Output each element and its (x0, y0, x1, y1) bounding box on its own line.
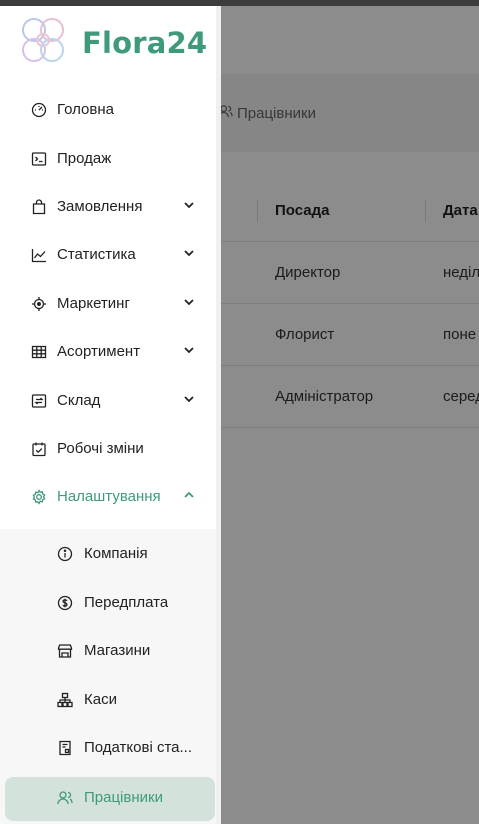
submenu-item-label: Податкові ста... (84, 739, 193, 756)
nav-item-label: Асортимент (57, 342, 141, 360)
gauge-icon (30, 101, 47, 118)
flower-logo-icon (14, 13, 72, 74)
nav-item-label: Статистика (57, 245, 136, 263)
submenu-item-stores[interactable]: Магазини (0, 630, 216, 674)
store-icon (57, 643, 74, 660)
submenu-item-subscription[interactable]: Передплата (0, 582, 216, 626)
submenu-item-company[interactable]: Компанія (0, 533, 216, 577)
users-icon (57, 790, 74, 807)
bag-icon (30, 198, 47, 215)
target-icon (30, 295, 47, 312)
gear-icon (30, 488, 47, 505)
submenu-item-label: Передплата (84, 594, 169, 611)
nav-item-label: Продаж (57, 149, 112, 167)
settings-submenu: Компанія Передплата Магазини Каси Податк… (0, 529, 216, 824)
submenu-item-label: Компанія (84, 545, 148, 562)
app-logo[interactable]: Flora24 (14, 12, 207, 74)
dollar-icon (57, 595, 74, 612)
chevron-down-icon[interactable] (182, 246, 196, 260)
nav-item-label: Маркетинг (57, 294, 130, 312)
logo-text: Flora24 (82, 26, 208, 60)
submenu-item-label: Працівники (84, 789, 163, 806)
nav-item-label: Замовлення (57, 197, 143, 215)
grid-icon (30, 343, 47, 360)
info-icon (57, 546, 74, 563)
nav-item-orders[interactable]: Замовлення (0, 184, 216, 228)
nav-item-label: Налаштування (57, 487, 161, 505)
nav-item-statistics[interactable]: Статистика (0, 232, 216, 276)
chevron-down-icon[interactable] (182, 295, 196, 309)
nav-item-label: Головна (57, 100, 114, 118)
calendar-check-icon (30, 440, 47, 457)
sitemap-icon (57, 692, 74, 709)
submenu-item-cash-registers[interactable]: Каси (0, 679, 216, 723)
chevron-down-icon[interactable] (182, 392, 196, 406)
nav-item-settings[interactable]: Налаштування (0, 474, 216, 518)
nav-item-sales[interactable]: Продаж (0, 136, 216, 180)
nav-item-label: Робочі зміни (57, 439, 144, 457)
nav-item-home[interactable]: Головна (0, 87, 216, 131)
terminal-icon (30, 150, 47, 167)
drawer-edge (216, 6, 221, 824)
navigation-drawer: Flora24 Головна Продаж Замовлення Статис… (0, 6, 216, 824)
submenu-item-employees[interactable]: Працівники (5, 777, 215, 821)
submenu-item-label: Магазини (84, 642, 151, 659)
chevron-up-icon[interactable] (182, 488, 196, 502)
submenu-item-label: Каси (84, 691, 117, 708)
submenu-item-tax-rates[interactable]: Податкові ста... (0, 727, 216, 771)
chevron-down-icon[interactable] (182, 198, 196, 212)
nav-item-warehouse[interactable]: Склад (0, 378, 216, 422)
nav-item-assortment[interactable]: Асортимент (0, 329, 216, 373)
line-chart-icon (30, 246, 47, 263)
nav-item-work-shifts[interactable]: Робочі зміни (0, 426, 216, 470)
box-icon (30, 392, 47, 409)
nav-item-marketing[interactable]: Маркетинг (0, 281, 216, 325)
receipt-icon (57, 740, 74, 757)
nav-item-label: Склад (57, 391, 101, 409)
chevron-down-icon[interactable] (182, 343, 196, 357)
